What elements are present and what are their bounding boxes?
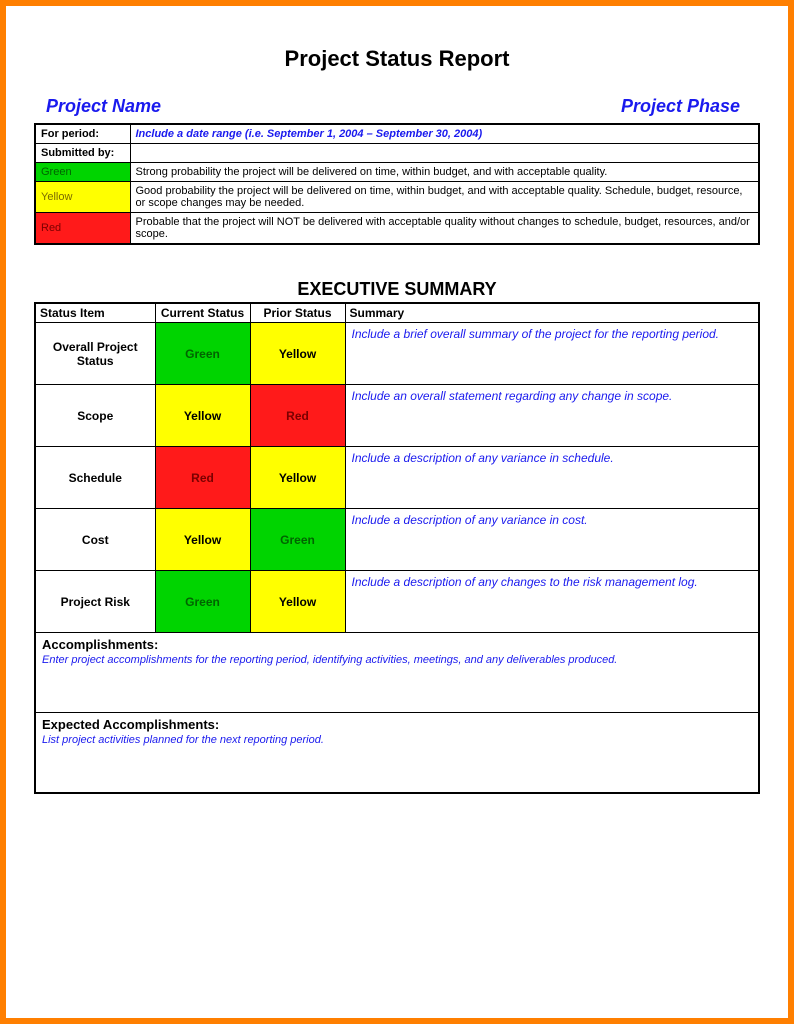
- item-risk: Project Risk: [35, 571, 155, 633]
- exec-row-schedule: Schedule Red Yellow Include a descriptio…: [35, 447, 759, 509]
- prior-cost: Green: [250, 509, 345, 571]
- item-cost: Cost: [35, 509, 155, 571]
- prior-scope: Red: [250, 385, 345, 447]
- exec-header-row: Status Item Current Status Prior Status …: [35, 303, 759, 323]
- summary-scope: Include an overall statement regarding a…: [345, 385, 759, 447]
- exec-row-overall: Overall Project Status Green Yellow Incl…: [35, 323, 759, 385]
- legend-red-row: Red Probable that the project will NOT b…: [35, 213, 759, 245]
- accomplishments-cell: Accomplishments: Enter project accomplis…: [35, 633, 759, 713]
- period-label: For period:: [35, 124, 130, 144]
- accomplishments-row: Accomplishments: Enter project accomplis…: [35, 633, 759, 713]
- current-cost: Yellow: [155, 509, 250, 571]
- summary-risk: Include a description of any changes to …: [345, 571, 759, 633]
- period-row: For period: Include a date range (i.e. S…: [35, 124, 759, 144]
- current-scope: Yellow: [155, 385, 250, 447]
- info-table: For period: Include a date range (i.e. S…: [34, 123, 760, 245]
- header-status-item: Status Item: [35, 303, 155, 323]
- accomplishments-heading: Accomplishments:: [42, 637, 158, 652]
- summary-schedule: Include a description of any variance in…: [345, 447, 759, 509]
- legend-yellow-desc: Good probability the project will be del…: [130, 182, 759, 213]
- report-title: Project Status Report: [34, 46, 760, 72]
- expected-heading: Expected Accomplishments:: [42, 717, 219, 732]
- accomplishments-body: Enter project accomplishments for the re…: [42, 654, 752, 666]
- submitted-value: [130, 144, 759, 163]
- executive-summary-title: EXECUTIVE SUMMARY: [34, 279, 760, 300]
- legend-green-desc: Strong probability the project will be d…: [130, 163, 759, 182]
- header-current-status: Current Status: [155, 303, 250, 323]
- prior-risk: Yellow: [250, 571, 345, 633]
- current-risk: Green: [155, 571, 250, 633]
- item-scope: Scope: [35, 385, 155, 447]
- prior-schedule: Yellow: [250, 447, 345, 509]
- legend-yellow-key: Yellow: [35, 182, 130, 213]
- legend-red-key: Red: [35, 213, 130, 245]
- item-overall: Overall Project Status: [35, 323, 155, 385]
- period-value: Include a date range (i.e. September 1, …: [130, 124, 759, 144]
- expected-accomplishments-row: Expected Accomplishments: List project a…: [35, 713, 759, 793]
- legend-green-key: Green: [35, 163, 130, 182]
- summary-cost: Include a description of any variance in…: [345, 509, 759, 571]
- exec-row-risk: Project Risk Green Yellow Include a desc…: [35, 571, 759, 633]
- legend-red-desc: Probable that the project will NOT be de…: [130, 213, 759, 245]
- header-summary: Summary: [345, 303, 759, 323]
- legend-green-row: Green Strong probability the project wil…: [35, 163, 759, 182]
- exec-row-scope: Scope Yellow Red Include an overall stat…: [35, 385, 759, 447]
- submitted-row: Submitted by:: [35, 144, 759, 163]
- expected-accomplishments-cell: Expected Accomplishments: List project a…: [35, 713, 759, 793]
- expected-body: List project activities planned for the …: [42, 734, 752, 746]
- item-schedule: Schedule: [35, 447, 155, 509]
- current-overall: Green: [155, 323, 250, 385]
- project-phase-label: Project Phase: [621, 96, 740, 117]
- submitted-label: Submitted by:: [35, 144, 130, 163]
- subheader: Project Name Project Phase: [34, 96, 760, 123]
- exec-row-cost: Cost Yellow Green Include a description …: [35, 509, 759, 571]
- prior-overall: Yellow: [250, 323, 345, 385]
- project-name-label: Project Name: [46, 96, 161, 117]
- legend-yellow-row: Yellow Good probability the project will…: [35, 182, 759, 213]
- current-schedule: Red: [155, 447, 250, 509]
- summary-overall: Include a brief overall summary of the p…: [345, 323, 759, 385]
- executive-summary-table: Status Item Current Status Prior Status …: [34, 302, 760, 794]
- header-prior-status: Prior Status: [250, 303, 345, 323]
